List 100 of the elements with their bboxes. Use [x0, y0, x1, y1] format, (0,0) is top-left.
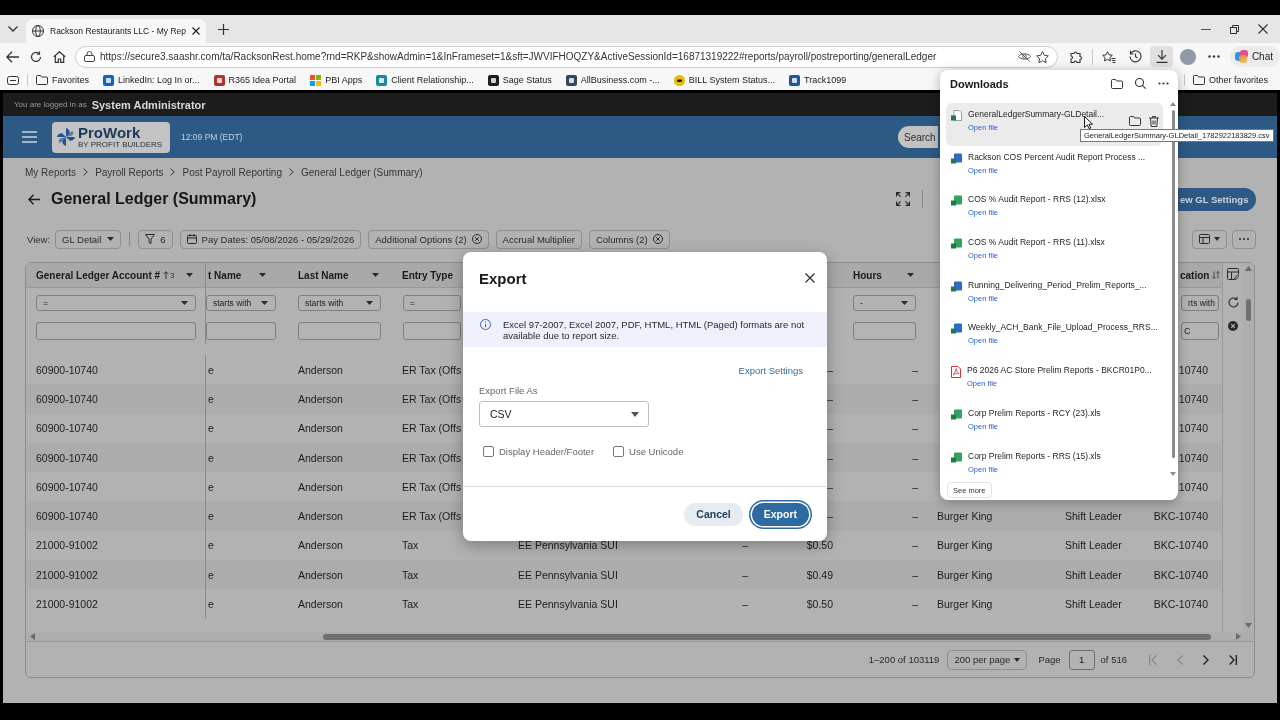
bookmark-link[interactable]: BILL System Status...	[673, 74, 775, 86]
column-header[interactable]: Entry Type	[402, 265, 453, 285]
remove-icon[interactable]	[471, 234, 482, 244]
filter-select[interactable]: -	[853, 295, 916, 311]
file-name[interactable]: GeneralLedgerSummary-GLDetail...	[968, 109, 1121, 120]
caret-down-icon[interactable]	[259, 273, 266, 277]
bookmark-link[interactable]: Track1099	[789, 74, 847, 86]
settings-button[interactable]: ew GL Settings	[1178, 187, 1256, 211]
scroll-up-icon[interactable]	[1170, 102, 1176, 106]
filter-select[interactable]: starts with	[206, 295, 276, 311]
back-arrow-icon[interactable]	[28, 193, 40, 205]
filter-input[interactable]	[403, 322, 461, 340]
delete-icon[interactable]	[1149, 116, 1159, 127]
filter-select[interactable]: =	[36, 295, 196, 311]
filter-chip[interactable]: Pay Dates: 05/08/2026 - 05/29/2026	[179, 229, 362, 249]
breadcrumb-link[interactable]: My Reports	[25, 166, 77, 178]
refresh-icon[interactable]	[1227, 297, 1239, 308]
search-field[interactable]: Search	[898, 126, 938, 148]
refresh-icon[interactable]	[30, 50, 42, 63]
dialog-button[interactable]: Cancel	[684, 502, 743, 526]
caret-down-icon[interactable]	[372, 273, 379, 277]
filter-input[interactable]	[298, 322, 381, 340]
last-page-icon[interactable]	[1229, 654, 1237, 665]
checkbox[interactable]	[483, 446, 494, 457]
file-name[interactable]: COS % Audit Report - RRS (12).xlsx	[968, 194, 1159, 206]
filter-chip[interactable]: Columns (2)	[588, 229, 670, 249]
bookmark-link[interactable]: Favorites	[36, 75, 89, 85]
file-name[interactable]: Running_Delivering_Period_Prelim_Reports_...	[968, 279, 1159, 291]
filter-chip[interactable]: Additional Options (2)	[368, 229, 489, 249]
file-name[interactable]: Weekly_ACH_Bank_File_Upload_Process_RRS...	[968, 322, 1159, 334]
file-name[interactable]: Corp Prelim Reports - RRS (15).xls	[968, 450, 1159, 462]
page-size-select[interactable]: 200 per page	[947, 649, 1028, 670]
restore-icon[interactable]	[1230, 24, 1239, 34]
bookmark-link[interactable]: LinkedIn: Log In or...	[103, 74, 200, 86]
close-icon[interactable]	[805, 273, 815, 283]
star-icon[interactable]	[1036, 50, 1050, 63]
file-name[interactable]: P6 2026 AC Store Prelim Reports - BKCR01P0...	[967, 365, 1159, 377]
column-header[interactable]: Last Name	[298, 265, 379, 285]
column-header[interactable]: cation	[1180, 265, 1221, 285]
dialog-button[interactable]: Export	[751, 502, 809, 526]
bookmark-link[interactable]: Sage Status	[487, 74, 552, 86]
plus-icon[interactable]	[218, 23, 229, 35]
profile-avatar[interactable]	[1179, 48, 1196, 65]
column-header[interactable]: General Ledger Account # 3	[36, 265, 193, 285]
browser-tab[interactable]: Rackson Restaurants LLC - My Rep	[26, 19, 206, 43]
format-select[interactable]: CSV	[479, 401, 649, 427]
bookmark-link[interactable]: Client Relationship...	[376, 74, 474, 86]
checkbox[interactable]	[613, 446, 625, 457]
next-page-icon[interactable]	[1203, 654, 1209, 665]
folder-icon[interactable]	[1129, 116, 1141, 126]
menu-icon[interactable]	[22, 131, 37, 143]
chevron-down-icon[interactable]	[8, 26, 18, 32]
bookmark-link[interactable]: AllBusiness.com -...	[565, 74, 660, 86]
filter-input[interactable]	[853, 322, 916, 340]
scrollbar-thumb[interactable]	[323, 633, 1211, 640]
filter-input[interactable]	[206, 322, 276, 340]
puzzle-icon[interactable]	[1070, 50, 1084, 63]
close-icon[interactable]	[192, 27, 201, 35]
chat-button[interactable]: Chat	[1229, 46, 1280, 67]
breadcrumb-link[interactable]: Payroll Reports	[95, 166, 164, 178]
breadcrumb-link[interactable]: Post Payroll Reporting	[182, 166, 282, 178]
export-settings-link[interactable]: Export Settings	[738, 365, 803, 376]
downloads-button[interactable]	[1150, 46, 1173, 67]
page-input[interactable]: 1	[1068, 649, 1095, 670]
eye-slash-icon[interactable]	[1018, 51, 1032, 62]
file-name[interactable]: Rackson COS Percent Audit Report Process ...	[968, 151, 1159, 163]
filter-select[interactable]: =	[403, 295, 461, 311]
clear-icon[interactable]	[1228, 321, 1238, 331]
view-select[interactable]: GL Detail	[55, 229, 122, 249]
search-icon[interactable]	[1135, 78, 1146, 89]
favorites-icon[interactable]	[1102, 50, 1117, 63]
column-settings-icon[interactable]	[1227, 268, 1239, 280]
column-header[interactable]: t Name	[208, 265, 266, 285]
caret-down-icon[interactable]	[186, 273, 193, 277]
file-name[interactable]: Corp Prelim Reports - RCY (23).xls	[968, 407, 1159, 419]
checkbox-label[interactable]: Use Unicode	[629, 446, 684, 457]
back-icon[interactable]	[6, 50, 19, 63]
filter-button[interactable]: 6	[138, 229, 173, 249]
filter-select[interactable]: rts with	[1181, 295, 1219, 311]
address-field[interactable]: https://secure3.saashr.com/ta/RacksonRest.home?rnd=RKP&showAdmin=1&InFrameset=1&sft=JWVIFHOQZY&ActiveSessionId=16871319222#reports/payroll/postreporting/generalLedger	[75, 45, 1059, 68]
more-button[interactable]	[1232, 229, 1256, 249]
minimize-icon[interactable]	[1201, 28, 1211, 30]
more-icon[interactable]	[1158, 82, 1169, 85]
logo-background[interactable]: ProWork BY PROFIT BUILDERS	[52, 121, 170, 153]
remove-icon[interactable]	[652, 234, 663, 244]
filter-chip[interactable]: Accrual Multiplier	[495, 229, 582, 249]
checkbox-label[interactable]: Display Header/Footer	[499, 446, 595, 457]
scrollbar-thumb[interactable]	[1246, 299, 1251, 321]
vertical-scrollbar[interactable]	[1243, 263, 1254, 632]
filter-input[interactable]	[36, 322, 196, 340]
file-name[interactable]: COS % Audit Report - RRS (11).xlsx	[968, 237, 1159, 249]
horizontal-scrollbar[interactable]	[26, 632, 1254, 641]
home-icon[interactable]	[53, 50, 66, 63]
close-icon[interactable]	[1258, 24, 1268, 34]
bookmark-link[interactable]: PBI Apps	[310, 74, 363, 86]
more-icon[interactable]	[1207, 55, 1220, 58]
folder-icon[interactable]	[1111, 78, 1123, 89]
history-icon[interactable]	[1129, 50, 1143, 63]
filter-select[interactable]: starts with	[298, 295, 381, 311]
caret-down-icon[interactable]	[907, 273, 914, 277]
